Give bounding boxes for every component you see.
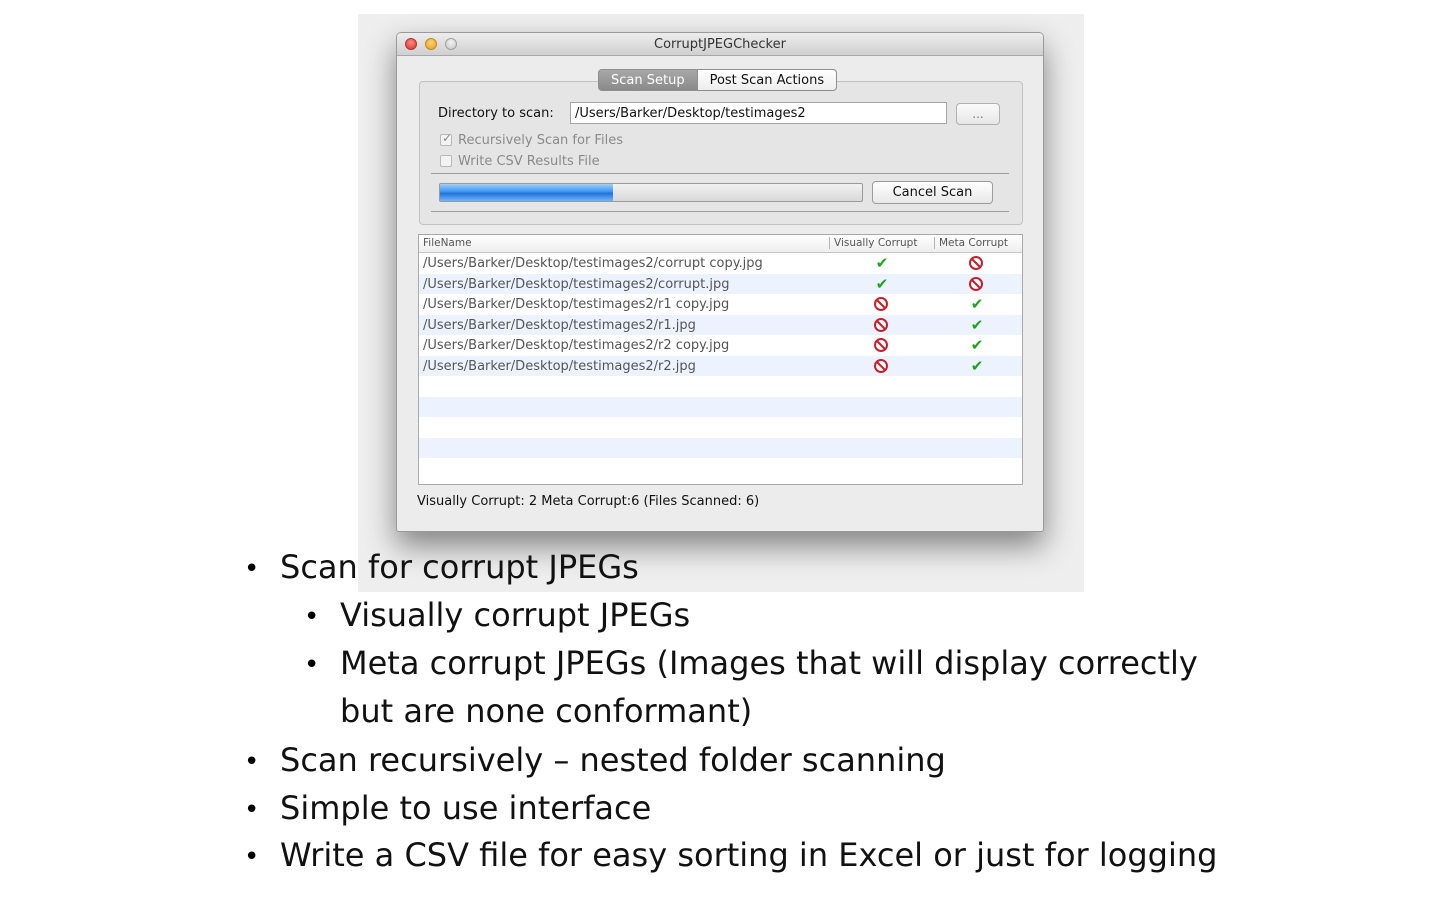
bullet-dot: •	[244, 842, 260, 872]
bullet-dot: •	[304, 650, 320, 680]
bullet-dot: •	[244, 795, 260, 825]
slide-bullets: • Scan for corrupt JPEGs • Visually corr…	[0, 0, 1440, 900]
bullet-csv: Write a CSV file for easy sorting in Exc…	[280, 836, 1218, 874]
bullet-recursive: Scan recursively – nested folder scannin…	[280, 741, 946, 779]
bullet-meta-corrupt-cont: but are none conformant)	[340, 692, 753, 730]
bullet-dot: •	[244, 747, 260, 777]
bullet-dot: •	[244, 554, 260, 584]
bullet-scan-corrupt: Scan for corrupt JPEGs	[280, 548, 639, 586]
bullet-visually-corrupt: Visually corrupt JPEGs	[340, 596, 691, 634]
bullet-dot: •	[304, 602, 320, 632]
bullet-simple-interface: Simple to use interface	[280, 789, 652, 827]
bullet-meta-corrupt: Meta corrupt JPEGs (Images that will dis…	[340, 644, 1198, 682]
